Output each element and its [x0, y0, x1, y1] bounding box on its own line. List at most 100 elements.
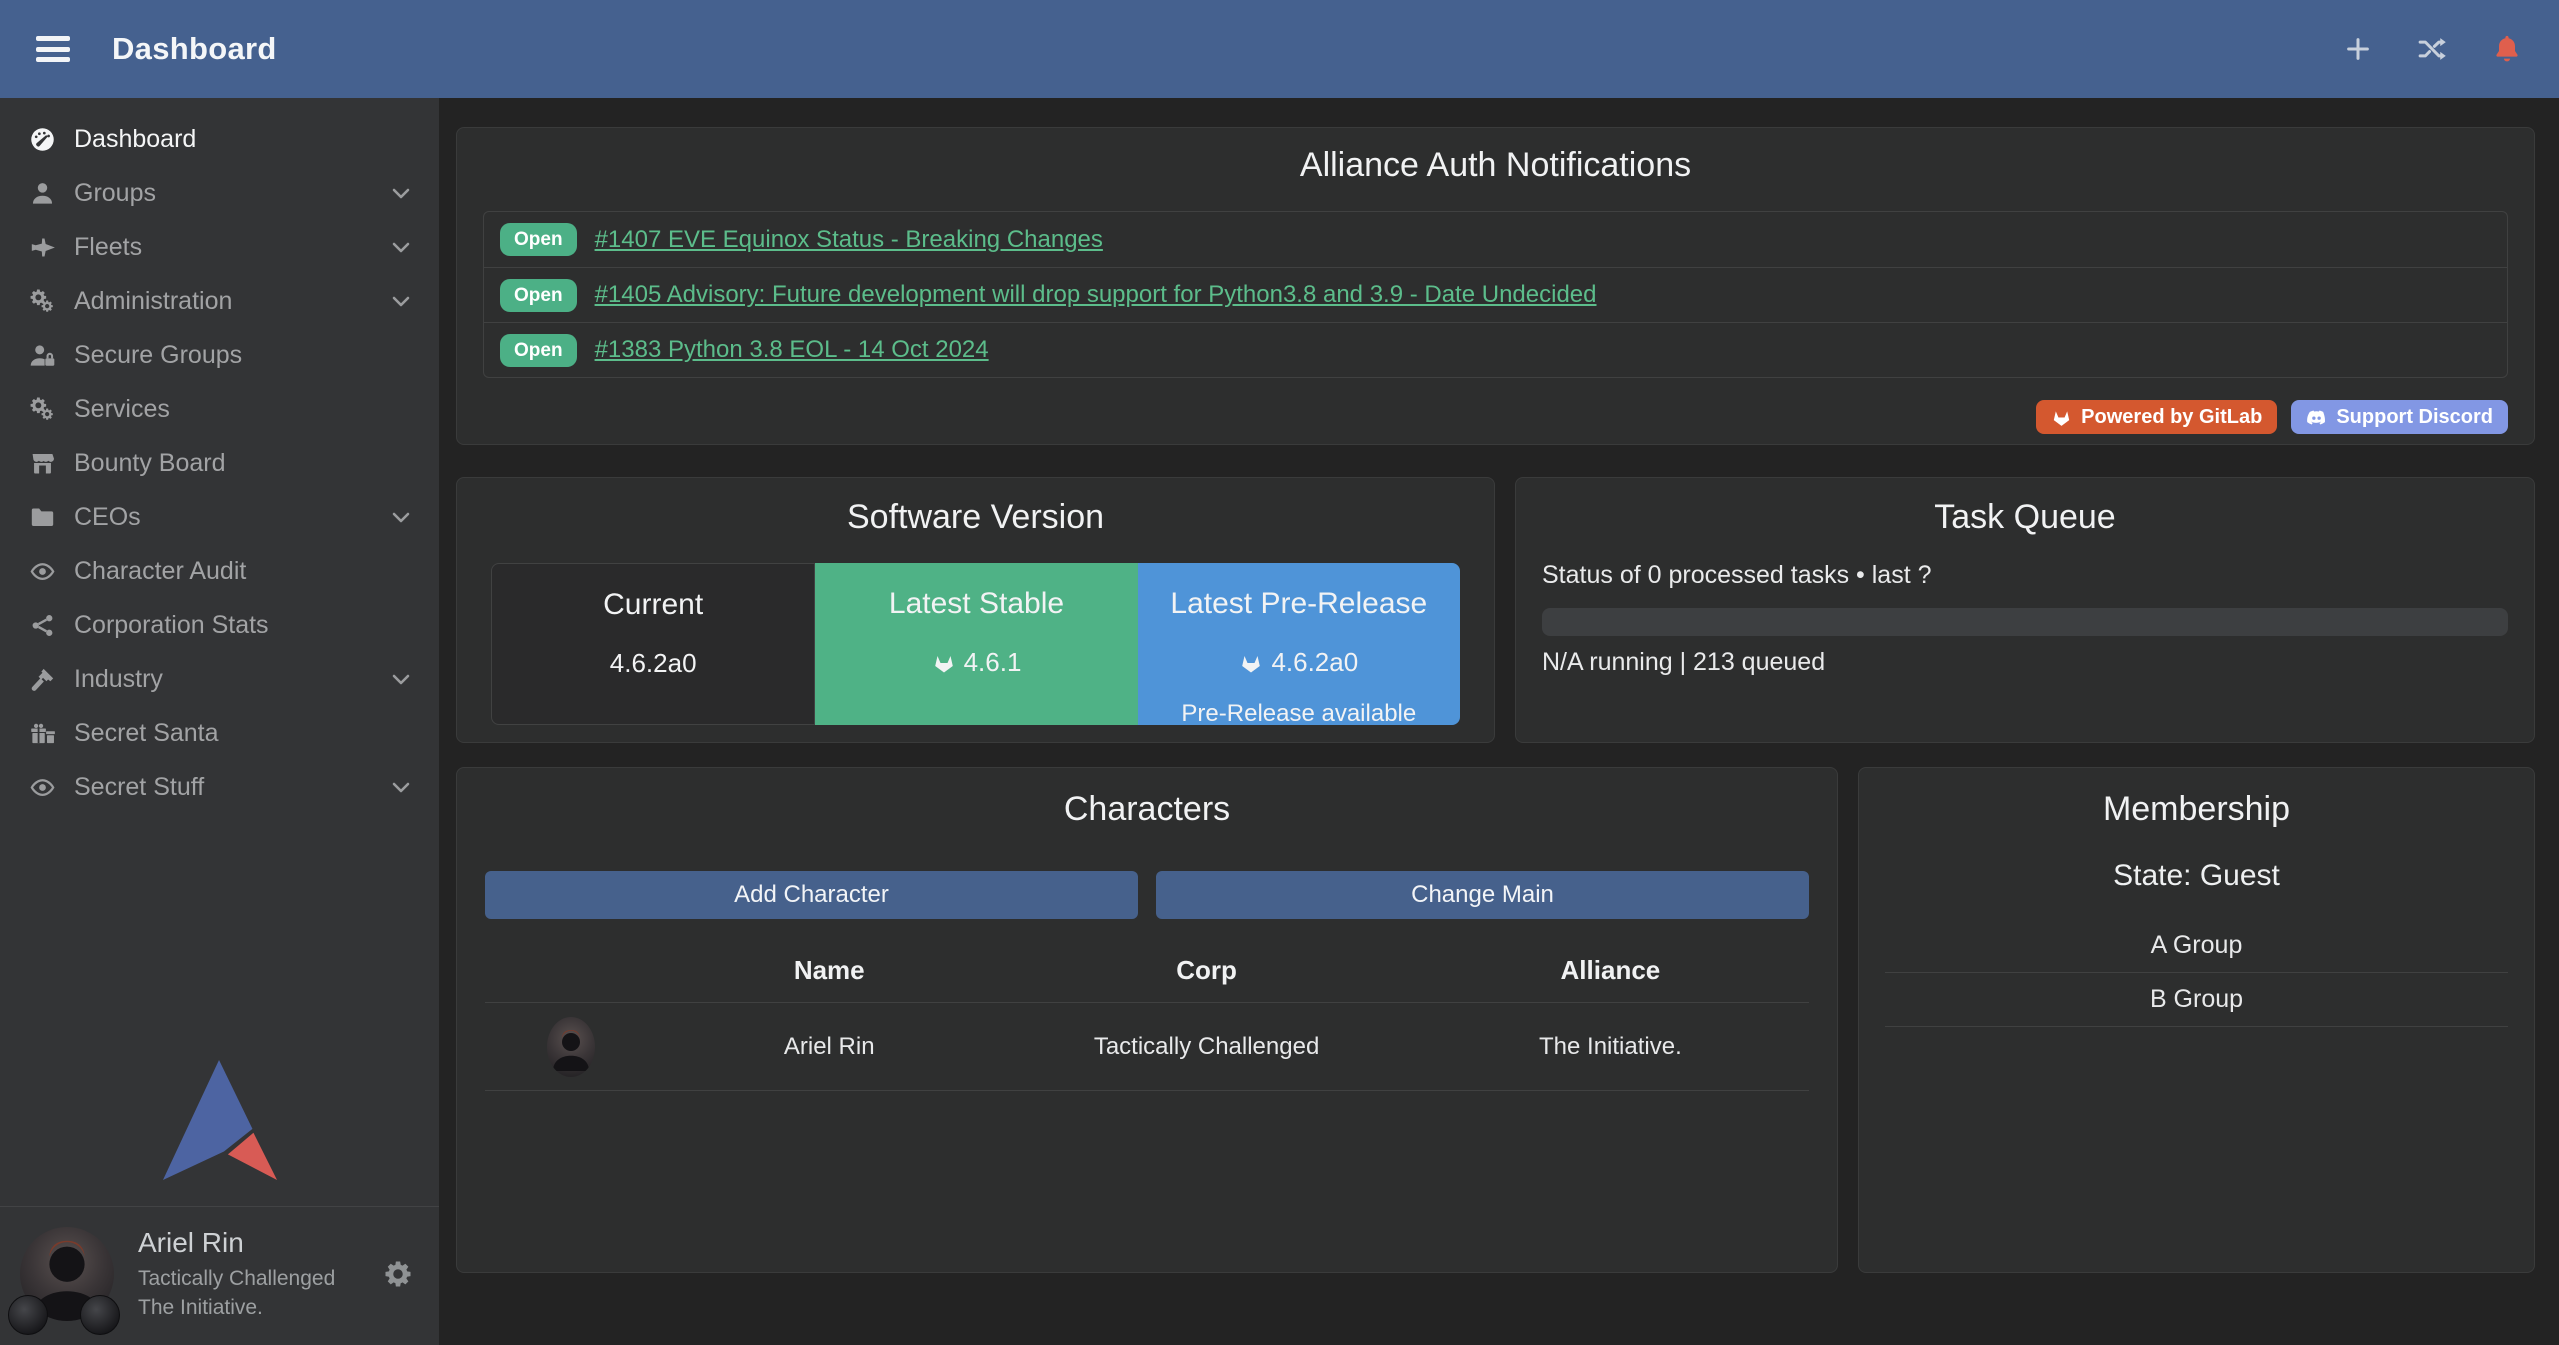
sidebar-item-secure-groups[interactable]: Secure Groups	[0, 328, 439, 382]
character-portrait	[547, 1017, 595, 1077]
sidebar: Dashboard Groups Fleets Administration S…	[0, 98, 439, 1345]
sidebar-item-corporation-stats[interactable]: Corporation Stats	[0, 598, 439, 652]
status-badge: Open	[500, 334, 577, 367]
gitlab-icon	[932, 651, 956, 675]
notification-link[interactable]: #1405 Advisory: Future development will …	[595, 281, 1597, 309]
version-latest-prerelease-box: Latest Pre-Release 4.6.2a0 Pre-Release a…	[1138, 563, 1460, 725]
alliance-column-header: Alliance	[1412, 937, 1809, 1003]
group-list-item: B Group	[1885, 973, 2508, 1027]
sidebar-item-secret-santa[interactable]: Secret Santa	[0, 706, 439, 760]
prerelease-note: Pre-Release available	[1138, 700, 1460, 728]
gitlab-icon	[1239, 651, 1263, 675]
gears-icon	[26, 287, 58, 315]
status-badge: Open	[500, 223, 577, 256]
support-discord-badge[interactable]: Support Discord	[2291, 400, 2508, 434]
version-boxes: Current 4.6.2a0 Latest Stable 4.6.1 Late…	[491, 563, 1460, 725]
user-settings-gear-icon[interactable]	[383, 1259, 413, 1289]
chevron-down-icon	[389, 667, 413, 691]
sidebar-item-character-audit[interactable]: Character Audit	[0, 544, 439, 598]
top-navbar: Dashboard	[0, 0, 2559, 98]
portrait-column-header	[485, 937, 657, 1003]
navbar-actions	[2343, 33, 2523, 65]
notification-item: Open #1407 EVE Equinox Status - Breaking…	[484, 212, 2507, 267]
chevron-down-icon	[389, 505, 413, 529]
notification-bell-icon[interactable]	[2491, 33, 2523, 65]
share-nodes-icon	[26, 611, 58, 639]
page-title: Dashboard	[112, 31, 277, 67]
task-queue-panel: Task Queue Status of 0 processed tasks •…	[1515, 477, 2535, 743]
folder-icon	[26, 503, 58, 531]
sidebar-item-dashboard[interactable]: Dashboard	[0, 112, 439, 166]
store-icon	[26, 449, 58, 477]
characters-table: Name Corp Alliance Ariel Rin Tactically …	[485, 937, 1809, 1091]
alliance-logo	[80, 1295, 120, 1335]
character-alliance: The Initiative.	[1412, 1003, 1809, 1091]
add-character-button[interactable]: Add Character	[485, 871, 1138, 919]
notification-item: Open #1383 Python 3.8 EOL - 14 Oct 2024	[484, 322, 2507, 377]
gitlab-icon	[2051, 407, 2072, 428]
task-queue-title: Task Queue	[1516, 498, 2534, 537]
task-queue-queue-line: N/A running | 213 queued	[1542, 648, 2508, 677]
character-row: Ariel Rin Tactically Challenged The Init…	[485, 1003, 1809, 1091]
change-main-button[interactable]: Change Main	[1156, 871, 1809, 919]
fighter-jet-icon	[26, 233, 58, 261]
notification-link[interactable]: #1383 Python 3.8 EOL - 14 Oct 2024	[595, 336, 989, 364]
alliance-auth-logo	[0, 1058, 439, 1182]
version-latest-stable-box: Latest Stable 4.6.1	[815, 563, 1137, 725]
name-column-header: Name	[657, 937, 1001, 1003]
sidebar-item-industry[interactable]: Industry	[0, 652, 439, 706]
gifts-icon	[26, 719, 58, 747]
version-current-box: Current 4.6.2a0	[491, 563, 815, 725]
external-badges: Powered by GitLab Support Discord	[483, 400, 2508, 434]
corporation-logo	[8, 1295, 48, 1335]
chevron-down-icon	[389, 775, 413, 799]
sidebar-toggle-icon[interactable]	[36, 36, 70, 62]
group-list-item: A Group	[1885, 919, 2508, 973]
membership-panel: Membership State: Guest A Group B Group	[1858, 767, 2535, 1273]
sidebar-item-groups[interactable]: Groups	[0, 166, 439, 220]
task-queue-status-line: Status of 0 processed tasks • last ?	[1542, 561, 2508, 590]
character-name: Ariel Rin	[657, 1003, 1001, 1091]
shuffle-icon[interactable]	[2417, 34, 2447, 64]
alliance-auth-notifications-panel: Alliance Auth Notifications Open #1407 E…	[456, 127, 2535, 445]
membership-groups-list: A Group B Group	[1885, 919, 2508, 1027]
gauge-icon	[26, 125, 58, 153]
software-version-panel: Software Version Current 4.6.2a0 Latest …	[456, 477, 1495, 743]
software-version-title: Software Version	[457, 498, 1494, 537]
user-icon	[26, 179, 58, 207]
user-panel: Ariel Rin Tactically Challenged The Init…	[0, 1206, 439, 1345]
task-queue-progress-bar	[1542, 608, 2508, 636]
chevron-down-icon	[389, 289, 413, 313]
notifications-list: Open #1407 EVE Equinox Status - Breaking…	[483, 211, 2508, 378]
user-lock-icon	[26, 341, 58, 369]
discord-icon	[2306, 407, 2327, 428]
sidebar-item-bounty-board[interactable]: Bounty Board	[0, 436, 439, 490]
plus-icon[interactable]	[2343, 34, 2373, 64]
characters-panel: Characters Add Character Change Main Nam…	[456, 767, 1838, 1273]
sidebar-item-secret-stuff[interactable]: Secret Stuff	[0, 760, 439, 814]
user-name: Ariel Rin	[138, 1227, 335, 1259]
user-alliance: The Initiative.	[138, 1296, 335, 1320]
hammer-icon	[26, 665, 58, 693]
sidebar-item-services[interactable]: Services	[0, 382, 439, 436]
characters-title: Characters	[457, 790, 1837, 829]
sidebar-item-fleets[interactable]: Fleets	[0, 220, 439, 274]
alliance-auth-dashboard: Dashboard Dashboard Groups Fleets	[0, 0, 2559, 1345]
membership-state: State: Guest	[1859, 859, 2534, 893]
notification-item: Open #1405 Advisory: Future development …	[484, 267, 2507, 322]
chevron-down-icon	[389, 181, 413, 205]
corp-column-header: Corp	[1001, 937, 1411, 1003]
eye-icon	[26, 557, 58, 585]
eye-icon	[26, 773, 58, 801]
gears-icon	[26, 395, 58, 423]
notification-link[interactable]: #1407 EVE Equinox Status - Breaking Chan…	[595, 226, 1103, 254]
membership-title: Membership	[1859, 790, 2534, 829]
sidebar-item-administration[interactable]: Administration	[0, 274, 439, 328]
status-badge: Open	[500, 279, 577, 312]
notifications-title: Alliance Auth Notifications	[457, 146, 2534, 185]
chevron-down-icon	[389, 235, 413, 259]
user-corporation: Tactically Challenged	[138, 1267, 335, 1291]
character-corp: Tactically Challenged	[1001, 1003, 1411, 1091]
powered-by-gitlab-badge[interactable]: Powered by GitLab	[2036, 400, 2277, 434]
sidebar-item-ceos[interactable]: CEOs	[0, 490, 439, 544]
